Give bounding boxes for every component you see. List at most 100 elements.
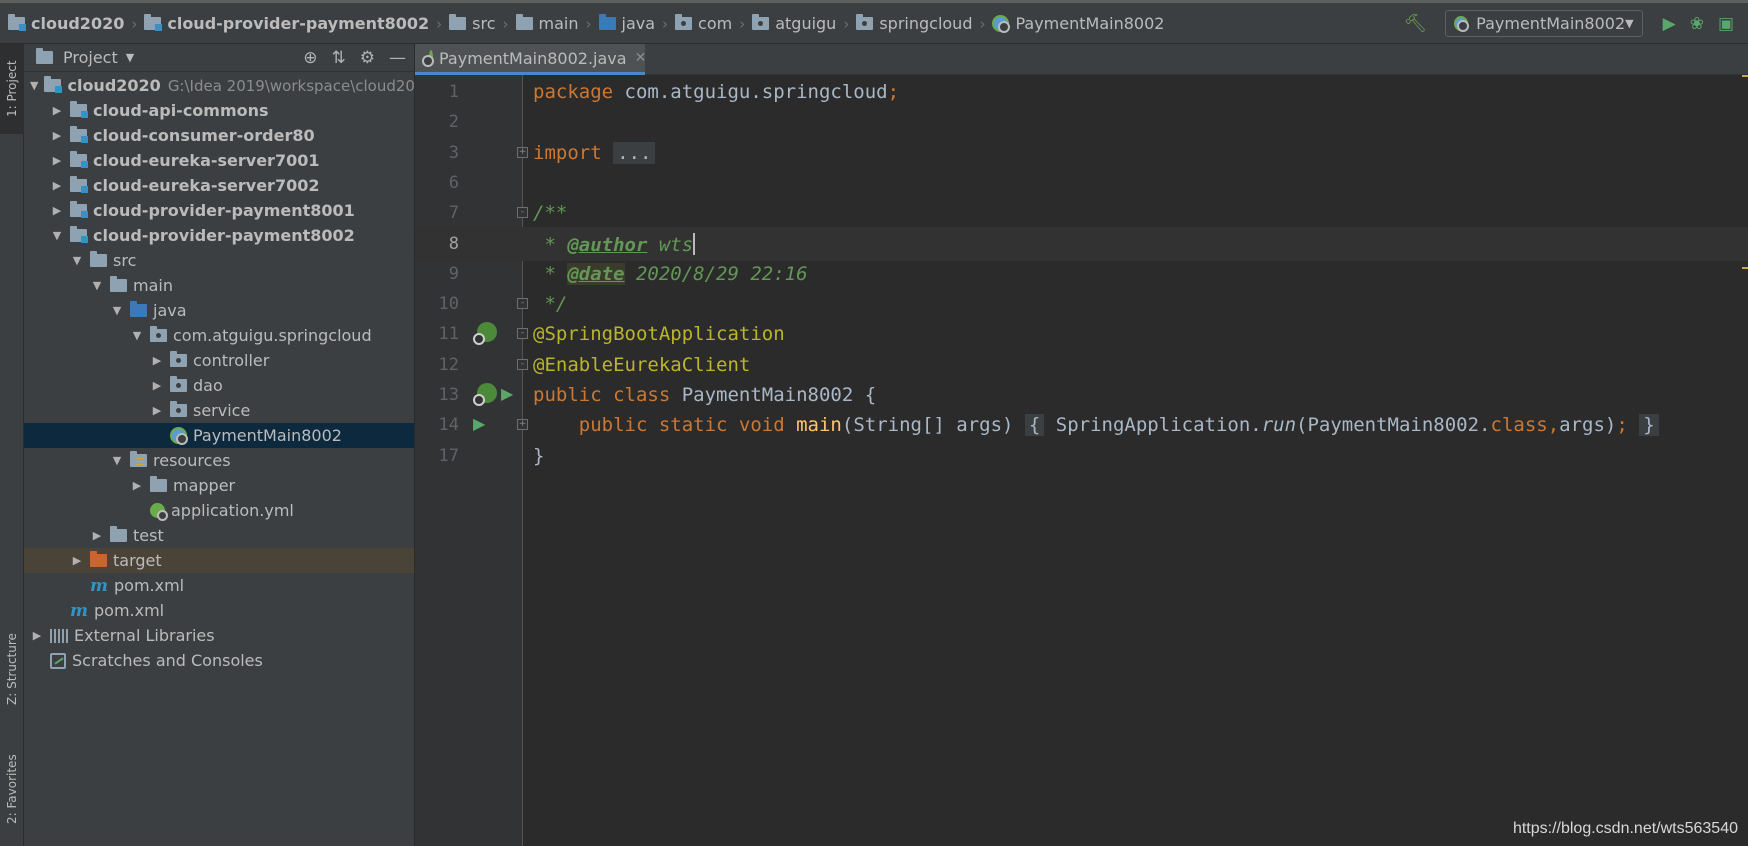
expand-fold-icon[interactable]: +	[517, 419, 528, 431]
module-icon	[70, 226, 88, 243]
tree-node[interactable]: ▶ External Libraries	[24, 623, 414, 648]
code-line[interactable]: 17}	[415, 439, 1748, 473]
code-line[interactable]: 2	[415, 105, 1748, 139]
tab-favorites[interactable]: 2: Favorites	[0, 744, 24, 834]
coverage-icon[interactable]: ▣	[1718, 14, 1734, 34]
collapse-fold-icon[interactable]: -	[517, 207, 528, 219]
code-line[interactable]: 12 - @EnableEurekaClient	[415, 348, 1748, 382]
tree-node[interactable]: ▶ test	[24, 523, 414, 548]
tree-node[interactable]: ▶ cloud-consumer-order80	[24, 123, 414, 148]
tab-paymentmain8002[interactable]: PaymentMain8002.java ✕	[415, 44, 647, 75]
expand-arrow-icon[interactable]: ▼	[50, 229, 64, 242]
tree-node[interactable]: ▶ cloud-provider-payment8001	[24, 198, 414, 223]
collapse-arrow-icon[interactable]: ▶	[70, 554, 84, 567]
run-gutter-icon[interactable]: ▶	[501, 384, 513, 403]
folder-icon	[110, 526, 127, 542]
tree-node[interactable]: Scratches and Consoles	[24, 648, 414, 673]
module-icon	[70, 176, 88, 193]
code-token: wts	[647, 233, 694, 256]
run-configuration-select[interactable]: PaymentMain8002 ▼	[1444, 10, 1643, 37]
collapse-arrow-icon[interactable]: ▶	[150, 404, 164, 417]
tree-node[interactable]: ▶ dao	[24, 373, 414, 398]
expand-arrow-icon[interactable]: ▼	[70, 254, 84, 267]
tree-node[interactable]: ▼ main	[24, 273, 414, 298]
collapse-arrow-icon[interactable]: ▶	[150, 379, 164, 392]
collapse-arrow-icon[interactable]: ▶	[50, 204, 64, 217]
code-token: @date	[567, 262, 625, 285]
tree-node[interactable]: ▶ controller	[24, 348, 414, 373]
collapse-fold-icon[interactable]: -	[517, 298, 528, 310]
debug-icon[interactable]: ❀	[1690, 14, 1704, 34]
collapse-arrow-icon[interactable]: ▶	[90, 529, 104, 542]
collapse-arrow-icon[interactable]: ▶	[50, 179, 64, 192]
collapse-fold-icon[interactable]: -	[517, 358, 528, 370]
locate-icon[interactable]: ⊕	[303, 48, 317, 68]
tree-node[interactable]: ▶ target	[24, 548, 414, 573]
code-line[interactable]: 14 ▶ + public static void main(String[] ar…	[415, 408, 1748, 442]
code-line[interactable]: 1 package com.atguigu.springcloud;	[415, 75, 1748, 109]
tree-node[interactable]: ▼ java	[24, 298, 414, 323]
tree-node[interactable]: application.yml	[24, 498, 414, 523]
spring-bean-icon[interactable]	[473, 322, 497, 346]
code-line[interactable]: 11 - @SpringBootApplication	[415, 317, 1748, 351]
expand-arrow-icon[interactable]: ▼	[110, 454, 124, 467]
tree-node[interactable]: ▶ mapper	[24, 473, 414, 498]
tree-node[interactable]: m pom.xml	[24, 598, 414, 623]
code-line[interactable]: 13 ▶ public class PaymentMain8002 {	[415, 378, 1748, 412]
breadcrumb-item[interactable]: cloud2020	[8, 14, 124, 33]
collapse-arrow-icon[interactable]: ▶	[50, 104, 64, 117]
code-line[interactable]: 8 * @author wts	[415, 226, 1748, 261]
collapse-fold-icon[interactable]: -	[517, 328, 528, 340]
breadcrumb-item[interactable]: com	[675, 14, 732, 33]
code-line[interactable]: 10 - */	[415, 287, 1748, 321]
breadcrumb-item[interactable]: java	[598, 14, 655, 33]
collapse-arrow-icon[interactable]: ▶	[30, 629, 44, 642]
tree-node[interactable]: m pom.xml	[24, 573, 414, 598]
breadcrumb-item[interactable]: PaymentMain8002	[992, 14, 1164, 33]
tree-node[interactable]: ▼ cloud2020 G:\Idea 2019\workspace\cloud20…	[24, 73, 414, 98]
run-icon[interactable]: ▶	[1663, 14, 1676, 34]
spring-class-icon	[422, 50, 434, 67]
collapse-arrow-icon[interactable]: ▶	[50, 129, 64, 142]
chevron-down-icon[interactable]: ▼	[126, 51, 134, 64]
expand-arrow-icon[interactable]: ▼	[90, 279, 104, 292]
hammer-icon[interactable]: 🔨︎	[1404, 13, 1427, 34]
tree-node[interactable]: ▼ src	[24, 248, 414, 273]
code-line[interactable]: 7 -/**	[415, 196, 1748, 230]
spring-bean-icon[interactable]	[473, 383, 497, 406]
gear-icon[interactable]: ⚙	[360, 48, 375, 68]
tree-node[interactable]: ▶ cloud-eureka-server7001	[24, 148, 414, 173]
tree-node[interactable]: ▶ cloud-api-commons	[24, 98, 414, 123]
expand-fold-icon[interactable]: +	[517, 146, 528, 158]
collapse-arrow-icon[interactable]: ▶	[130, 479, 144, 492]
tree-node[interactable]: ▼ com.atguigu.springcloud	[24, 323, 414, 348]
close-icon[interactable]: ✕	[635, 50, 647, 66]
tab-project[interactable]: 1: Project	[0, 44, 24, 134]
breadcrumb-item[interactable]: atguigu	[752, 14, 836, 33]
breadcrumb-item[interactable]: main	[515, 14, 579, 33]
breadcrumb-item[interactable]: cloud-provider-payment8002	[144, 14, 429, 33]
code-line[interactable]: 9 * @date 2020/8/29 22:16	[415, 257, 1748, 291]
expand-arrow-icon[interactable]: ▼	[110, 304, 124, 317]
collapse-all-icon[interactable]: ⇅	[332, 48, 346, 68]
code-line[interactable]: 3 + import ...	[415, 136, 1748, 170]
chevron-down-icon: ▼	[1625, 17, 1634, 30]
breadcrumb-item[interactable]: src	[449, 14, 496, 33]
collapse-arrow-icon[interactable]: ▶	[50, 154, 64, 167]
hide-icon[interactable]: —	[389, 48, 406, 68]
tree-node[interactable]: ▼ cloud-provider-payment8002	[24, 223, 414, 248]
collapse-arrow-icon[interactable]: ▶	[150, 354, 164, 367]
expand-arrow-icon[interactable]: ▼	[30, 79, 38, 92]
tree-node[interactable]: ▶ service	[24, 398, 414, 423]
tree-node[interactable]: ▶ cloud-eureka-server7002	[24, 173, 414, 198]
tree-node[interactable]: PaymentMain8002	[24, 423, 414, 448]
tab-structure[interactable]: Z: Structure	[0, 624, 24, 714]
run-gutter-icon[interactable]: ▶	[473, 414, 485, 433]
code-text: * @author wts	[533, 232, 696, 256]
tree-node[interactable]: ▼ resources	[24, 448, 414, 473]
expand-arrow-icon[interactable]: ▼	[130, 329, 144, 342]
editor-tab-bar: PaymentMain8002.java ✕	[415, 44, 1748, 75]
code-editor[interactable]: 1 package com.atguigu.springcloud; 2 3 + impo…	[415, 75, 1748, 846]
breadcrumb-item[interactable]: springcloud	[856, 14, 972, 33]
code-line[interactable]: 6	[415, 166, 1748, 200]
